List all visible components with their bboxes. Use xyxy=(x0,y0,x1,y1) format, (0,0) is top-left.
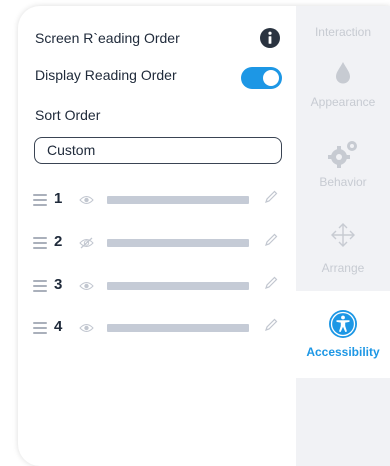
item-number: 1 xyxy=(54,190,63,207)
toggle-knob xyxy=(263,70,279,86)
move-arrows-icon xyxy=(331,223,355,247)
list-item: 3 xyxy=(33,276,283,296)
item-name-bar xyxy=(107,239,249,247)
drag-handle-icon[interactable] xyxy=(33,322,47,334)
tab-interaction[interactable]: Interaction xyxy=(296,25,390,39)
item-number: 3 xyxy=(54,276,63,293)
sort-order-label: Sort Order xyxy=(35,107,101,123)
tab-appearance[interactable]: Appearance xyxy=(296,61,390,109)
item-name-bar xyxy=(107,324,249,332)
item-name-bar xyxy=(107,196,249,204)
tab-arrange[interactable]: Arrange xyxy=(296,221,390,275)
item-number: 2 xyxy=(54,233,63,250)
drag-handle-icon[interactable] xyxy=(33,280,47,292)
display-reading-order-toggle[interactable] xyxy=(241,67,282,89)
item-number: 4 xyxy=(54,318,63,335)
category-rail: Interaction Appearance Behavior Arrange … xyxy=(296,6,390,466)
tab-accessibility-label: Accessibility xyxy=(306,345,380,359)
drag-handle-icon[interactable] xyxy=(33,237,47,249)
tab-behavior[interactable]: Behavior xyxy=(296,139,390,189)
tab-behavior-label: Behavior xyxy=(319,175,367,189)
gears-icon xyxy=(328,141,357,168)
properties-panel: Screen R`eading Order Display Reading Or… xyxy=(18,6,390,466)
list-item: 2 xyxy=(33,233,283,253)
eye-icon[interactable] xyxy=(79,194,94,206)
tab-appearance-label: Appearance xyxy=(310,95,376,109)
drop-icon xyxy=(336,62,350,84)
pencil-icon[interactable] xyxy=(264,318,278,332)
pencil-icon[interactable] xyxy=(264,233,278,247)
eye-icon[interactable] xyxy=(79,322,94,334)
accessibility-icon xyxy=(329,310,357,338)
list-item: 1 xyxy=(33,190,283,210)
pencil-icon[interactable] xyxy=(264,190,278,204)
list-item: 4 xyxy=(33,318,283,338)
display-reading-order-label: Display Reading Order xyxy=(35,67,177,83)
pencil-icon[interactable] xyxy=(264,276,278,290)
accessibility-settings: Screen R`eading Order Display Reading Or… xyxy=(18,6,296,466)
item-name-bar xyxy=(107,282,249,290)
eye-off-icon[interactable] xyxy=(79,237,94,249)
tab-accessibility[interactable]: Accessibility xyxy=(296,291,390,378)
tab-interaction-label: Interaction xyxy=(314,25,372,39)
screen-reading-order-label: Screen R`eading Order xyxy=(35,30,180,46)
tab-arrange-label: Arrange xyxy=(321,261,365,275)
sort-order-select[interactable]: Custom xyxy=(34,137,282,164)
drag-handle-icon[interactable] xyxy=(33,194,47,206)
eye-icon[interactable] xyxy=(79,280,94,292)
info-icon[interactable] xyxy=(260,28,280,48)
